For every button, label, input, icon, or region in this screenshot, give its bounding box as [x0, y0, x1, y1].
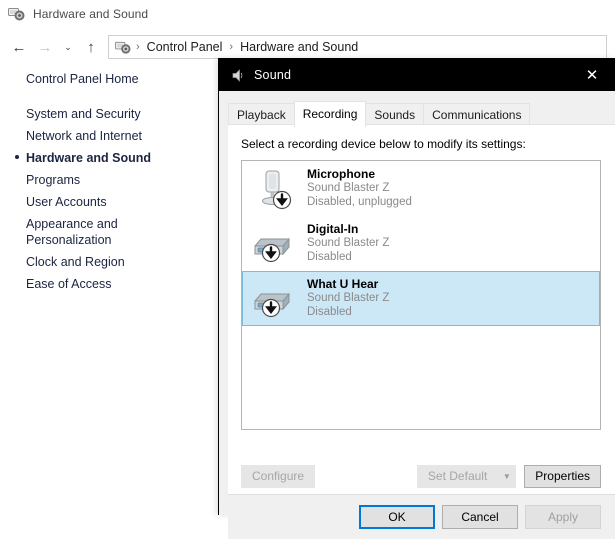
breadcrumb-separator: › — [136, 41, 140, 53]
sound-dialog-tabs: Playback Recording Sounds Communications — [219, 101, 615, 127]
ok-button[interactable]: OK — [359, 505, 435, 529]
device-name: Digital-In — [307, 221, 359, 236]
up-button[interactable]: ↑ — [78, 34, 104, 60]
chevron-down-icon[interactable]: ▼ — [498, 464, 517, 488]
back-button[interactable]: ← — [6, 34, 32, 60]
sound-dialog-titlebar: Sound ✕ — [219, 59, 615, 91]
tab-recording[interactable]: Recording — [293, 101, 367, 127]
device-name: Microphone — [307, 166, 375, 181]
device-status: Disabled — [307, 305, 352, 318]
device-info: Microphone Sound Blaster Z Disabled, unp… — [307, 166, 412, 210]
current-page-bullet-icon — [15, 155, 19, 159]
list-item[interactable]: Microphone Sound Blaster Z Disabled, unp… — [242, 161, 600, 216]
sidebar-item-user-accounts[interactable]: User Accounts — [0, 191, 214, 213]
tab-sounds[interactable]: Sounds — [365, 103, 425, 127]
recording-prompt: Select a recording device below to modif… — [241, 137, 526, 151]
recent-locations-button[interactable]: ⌄ — [58, 34, 78, 60]
sidebar-item-label: Hardware and Sound — [26, 151, 152, 165]
line-in-device-icon — [249, 220, 297, 268]
recording-device-list[interactable]: Microphone Sound Blaster Z Disabled, unp… — [241, 160, 601, 430]
apply-button[interactable]: Apply — [525, 505, 601, 529]
list-item[interactable]: Digital-In Sound Blaster Z Disabled — [242, 216, 600, 271]
address-field[interactable]: › Control Panel › Hardware and Sound — [108, 35, 607, 59]
sidebar-item-ease-of-access[interactable]: Ease of Access — [0, 273, 214, 295]
sound-dialog: Sound ✕ Playback Recording Sounds Communica… — [218, 58, 615, 539]
sidebar-item-hardware-and-sound[interactable]: Hardware and Sound — [0, 147, 214, 169]
properties-button[interactable]: Properties — [524, 464, 601, 488]
tab-playback[interactable]: Playback — [228, 103, 295, 127]
explorer-titlebar: Hardware and Sound — [0, 0, 615, 28]
sidebar-item-network-and-internet[interactable]: Network and Internet — [0, 125, 214, 147]
hardware-and-sound-icon — [8, 6, 25, 22]
explorer-title: Hardware and Sound — [33, 7, 149, 21]
microphone-icon — [249, 165, 297, 213]
device-action-row: Configure Set Default ▼ Properties — [228, 458, 615, 494]
dialog-footer: OK Cancel Apply — [228, 494, 615, 539]
speaker-icon — [229, 67, 245, 83]
sidebar-item-appearance-and-personalization[interactable]: Appearance and Personalization — [0, 213, 214, 251]
recording-tab-panel: Select a recording device below to modif… — [228, 125, 615, 506]
sound-dialog-title: Sound — [254, 68, 292, 82]
navigation-pane: Control Panel Home System and Security N… — [0, 68, 214, 515]
device-status: Disabled — [307, 250, 352, 263]
device-name: What U Hear — [307, 276, 379, 291]
configure-button[interactable]: Configure — [241, 464, 316, 488]
sound-dialog-body: Select a recording device below to modif… — [228, 125, 615, 539]
set-default-split-button[interactable]: Set Default ▼ — [416, 464, 517, 488]
device-driver: Sound Blaster Z — [307, 292, 390, 305]
sidebar-item-clock-and-region[interactable]: Clock and Region — [0, 251, 214, 273]
breadcrumb-separator: › — [229, 41, 234, 53]
device-info: What U Hear Sound Blaster Z Disabled — [307, 276, 390, 320]
forward-button[interactable]: → — [32, 34, 58, 60]
sidebar-item-system-and-security[interactable]: System and Security — [0, 103, 214, 125]
tab-communications[interactable]: Communications — [423, 103, 531, 127]
device-status: Disabled, unplugged — [307, 195, 412, 208]
device-info: Digital-In Sound Blaster Z Disabled — [307, 221, 390, 265]
close-icon[interactable]: ✕ — [569, 59, 615, 91]
set-default-button[interactable]: Set Default — [416, 464, 499, 488]
line-in-device-icon — [249, 275, 297, 323]
address-hardware-and-sound-icon — [115, 40, 131, 55]
device-driver: Sound Blaster Z — [307, 237, 390, 250]
device-driver: Sound Blaster Z — [307, 182, 390, 195]
sidebar-item-programs[interactable]: Programs — [0, 169, 214, 191]
sidebar-item-control-panel-home[interactable]: Control Panel Home — [0, 68, 214, 90]
list-item[interactable]: What U Hear Sound Blaster Z Disabled — [242, 271, 600, 326]
breadcrumb-hardware-and-sound[interactable]: Hardware and Sound — [238, 40, 360, 54]
cancel-button[interactable]: Cancel — [442, 505, 518, 529]
breadcrumb-control-panel[interactable]: Control Panel — [145, 40, 225, 54]
